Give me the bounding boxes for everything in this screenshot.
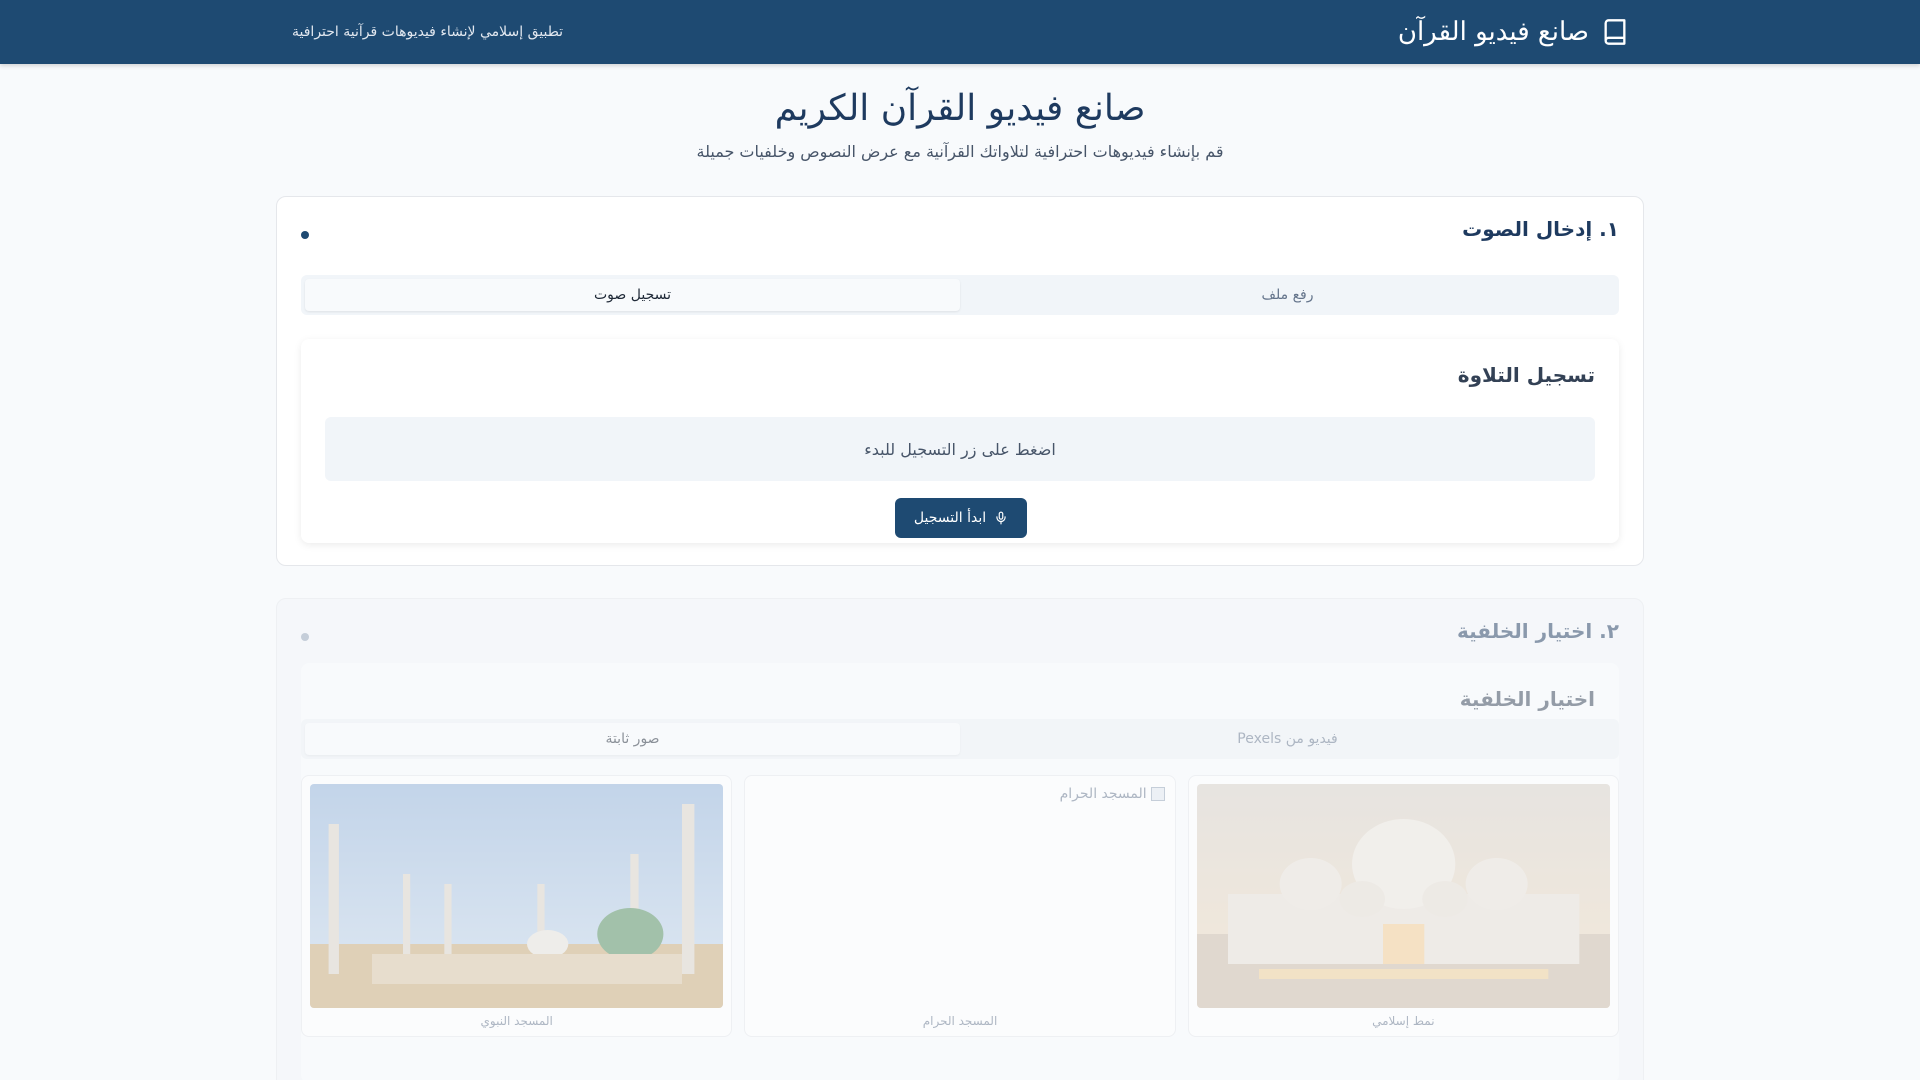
start-recording-label: ابدأ التسجيل xyxy=(913,510,987,526)
image-alt-text: المسجد الحرام xyxy=(1059,786,1147,802)
audio-section-title: ١. إدخال الصوت xyxy=(1462,217,1619,241)
app-title: صانع فيديو القرآن xyxy=(1397,17,1589,47)
book-icon xyxy=(1604,19,1626,45)
thumb-caption: المسجد الحرام xyxy=(922,1014,998,1028)
tab-upload-file[interactable]: رفع ملف xyxy=(960,279,1615,311)
background-section: ٢. اختيار الخلفية اختيار الخلفية فيديو م… xyxy=(276,598,1644,1080)
app-header: صانع فيديو القرآن تطبيق إسلامي لإنشاء في… xyxy=(0,0,1920,64)
audio-input-section: ١. إدخال الصوت رفع ملف تسجيل صوت تسجيل ا… xyxy=(276,196,1644,566)
brand[interactable]: صانع فيديو القرآن xyxy=(1398,0,1629,64)
islamic-pattern-image xyxy=(1196,784,1610,1008)
app-tagline: تطبيق إسلامي لإنشاء فيديوهات قرآنية احتر… xyxy=(292,24,564,40)
background-option-islamic-pattern[interactable]: نمط إسلامي xyxy=(1187,775,1619,1037)
step-indicator-dot xyxy=(301,633,309,641)
tab-record-audio[interactable]: تسجيل صوت xyxy=(305,279,960,311)
page-title: صانع فيديو القرآن الكريم xyxy=(774,88,1146,129)
broken-image-placeholder: المسجد الحرام xyxy=(1060,786,1165,802)
tab-pexels-video[interactable]: فيديو من Pexels xyxy=(960,723,1615,755)
microphone-icon xyxy=(996,511,1006,525)
masjid-nabawi-image xyxy=(310,784,724,1008)
background-tabs: فيديو من Pexels صور ثابتة xyxy=(301,719,1619,759)
background-option-masjid-nabawi[interactable]: المسجد النبوي xyxy=(301,775,733,1037)
start-recording-button[interactable]: ابدأ التسجيل xyxy=(895,498,1027,538)
step-indicator-dot xyxy=(301,231,309,239)
background-section-title: ٢. اختيار الخلفية xyxy=(1457,619,1619,643)
thumb-caption: المسجد النبوي xyxy=(480,1014,553,1028)
recording-title: تسجيل التلاوة xyxy=(1457,363,1595,387)
background-option-masjid-haram[interactable]: المسجد الحرام المسجد الحرام xyxy=(744,775,1176,1037)
broken-image-icon xyxy=(1150,787,1165,801)
tab-static-images[interactable]: صور ثابتة xyxy=(305,723,960,755)
thumb-caption: نمط إسلامي xyxy=(1372,1014,1435,1028)
background-panel-title: اختيار الخلفية xyxy=(1459,687,1595,711)
page-subtitle: قم بإنشاء فيديوهات احترافية لتلاواتك الق… xyxy=(696,142,1224,161)
recording-panel: تسجيل التلاوة اضغط على زر التسجيل للبدء … xyxy=(301,339,1619,543)
audio-tabs: رفع ملف تسجيل صوت xyxy=(301,275,1619,315)
recording-status: اضغط على زر التسجيل للبدء xyxy=(325,417,1595,481)
background-gallery: نمط إسلامي المسجد الحرام المسجد الحرام ا… xyxy=(301,775,1619,1037)
